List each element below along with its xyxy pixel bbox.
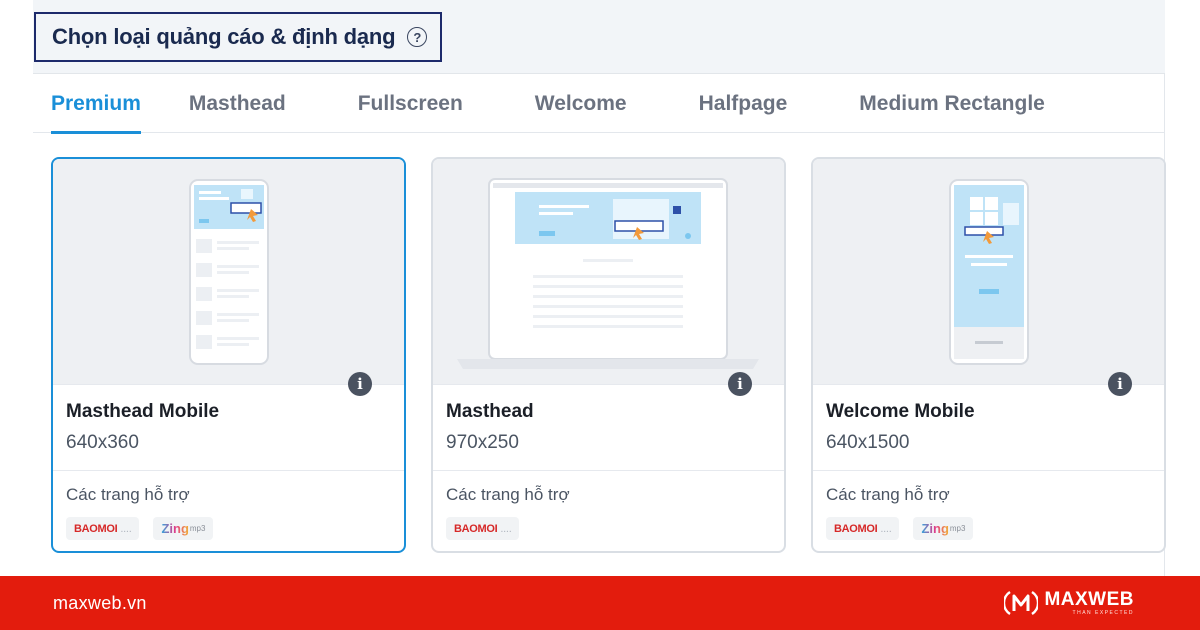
card-preview: i bbox=[433, 159, 784, 396]
card-dimensions: 640x360 bbox=[66, 432, 139, 453]
tab-masthead[interactable]: Masthead bbox=[189, 74, 286, 133]
card-support: Các trang hỗ trợ BAOMOI.... Zing mp3 bbox=[53, 471, 404, 540]
format-tabs: Premium Masthead Fullscreen Welcome Half… bbox=[33, 74, 1165, 134]
support-badges: BAOMOI.... Zing mp3 bbox=[66, 517, 391, 540]
ad-format-panel: Chọn loại quảng cáo & định dạng ? Premiu… bbox=[33, 0, 1166, 576]
card-preview: i bbox=[53, 159, 404, 396]
footer-site-url[interactable]: maxweb.vn bbox=[53, 593, 147, 614]
help-circle-icon[interactable]: ? bbox=[407, 27, 428, 47]
format-card-masthead[interactable]: i Masthead 970x250 Các trang hỗ trợ BAOM… bbox=[431, 157, 786, 553]
zing-mp3-logo: Zing mp3 bbox=[913, 517, 974, 540]
format-card-welcome-mobile[interactable]: i Welcome Mobile 640x1500 Các trang hỗ t… bbox=[811, 157, 1166, 553]
baomoi-logo: BAOMOI.... bbox=[66, 517, 140, 540]
tab-halfpage[interactable]: Halfpage bbox=[699, 74, 788, 133]
support-badges: BAOMOI.... Zing mp3 bbox=[826, 517, 1151, 540]
card-title: Masthead bbox=[446, 401, 534, 422]
support-badges: BAOMOI.... bbox=[446, 517, 771, 540]
tab-premium[interactable]: Premium bbox=[51, 74, 141, 134]
section-title: Chọn loại quảng cáo & định dạng bbox=[52, 24, 396, 49]
footer-bar: maxweb.vn MAXWEB THAN EXPECTED bbox=[0, 576, 1200, 630]
panel-header: Chọn loại quảng cáo & định dạng ? bbox=[33, 0, 1165, 74]
maxweb-logo-icon bbox=[1004, 590, 1039, 616]
support-sites-label: Các trang hỗ trợ bbox=[826, 485, 950, 504]
tab-fullscreen[interactable]: Fullscreen bbox=[358, 74, 463, 133]
card-support: Các trang hỗ trợ BAOMOI.... bbox=[433, 471, 784, 540]
support-sites-label: Các trang hỗ trợ bbox=[446, 485, 570, 504]
screenshot-stage: Chọn loại quảng cáo & định dạng ? Premiu… bbox=[0, 0, 1200, 630]
card-details: Welcome Mobile 640x1500 bbox=[813, 385, 1164, 471]
baomoi-logo: BAOMOI.... bbox=[446, 517, 520, 540]
info-icon[interactable]: i bbox=[1108, 372, 1132, 396]
baomoi-logo: BAOMOI.... bbox=[826, 517, 900, 540]
section-title-box: Chọn loại quảng cáo & định dạng ? bbox=[34, 12, 442, 62]
card-preview: i bbox=[813, 159, 1164, 396]
card-title: Masthead Mobile bbox=[66, 401, 220, 422]
card-details: Masthead 970x250 bbox=[433, 385, 784, 471]
tab-welcome[interactable]: Welcome bbox=[535, 74, 627, 133]
tab-medium-rectangle[interactable]: Medium Rectangle bbox=[859, 74, 1045, 133]
support-sites-label: Các trang hỗ trợ bbox=[66, 485, 190, 504]
phone-fullscreen-preview-illustration bbox=[949, 179, 1029, 365]
format-card-masthead-mobile[interactable]: i Masthead Mobile 640x360 Các trang hỗ t… bbox=[51, 157, 406, 553]
phone-preview-illustration bbox=[189, 179, 269, 365]
format-card-list: i Masthead Mobile 640x360 Các trang hỗ t… bbox=[51, 157, 1166, 553]
card-title: Welcome Mobile bbox=[826, 401, 975, 422]
card-support: Các trang hỗ trợ BAOMOI.... Zing mp3 bbox=[813, 471, 1164, 540]
laptop-preview-illustration bbox=[457, 178, 759, 369]
info-icon[interactable]: i bbox=[728, 372, 752, 396]
maxweb-wordmark: MAXWEB THAN EXPECTED bbox=[1044, 589, 1134, 617]
card-dimensions: 970x250 bbox=[446, 432, 519, 453]
card-dimensions: 640x1500 bbox=[826, 432, 910, 453]
info-icon[interactable]: i bbox=[348, 372, 372, 396]
card-details: Masthead Mobile 640x360 bbox=[53, 385, 404, 471]
zing-mp3-logo: Zing mp3 bbox=[153, 517, 214, 540]
maxweb-logo: MAXWEB THAN EXPECTED bbox=[1004, 588, 1134, 618]
